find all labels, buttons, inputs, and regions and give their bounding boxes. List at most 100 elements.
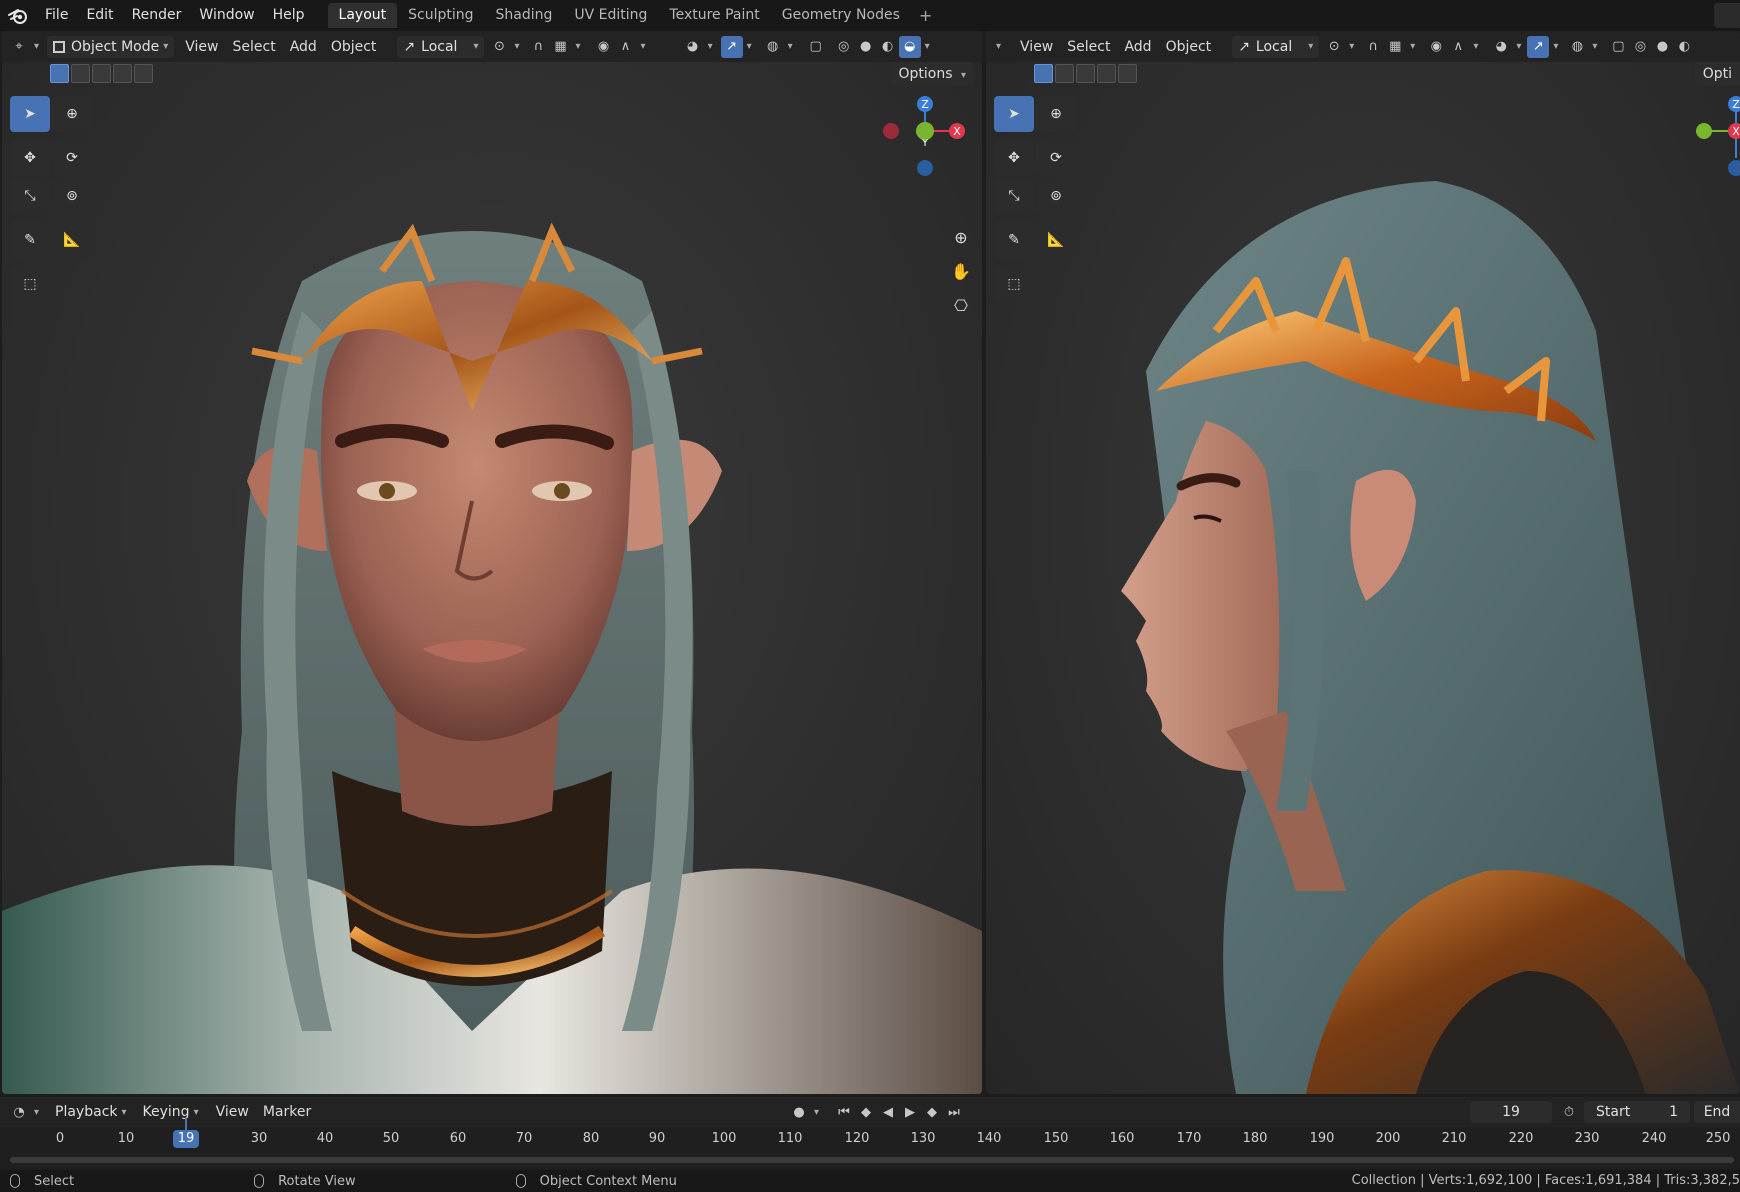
transform-tool-icon[interactable]: ⊚ [52, 178, 92, 214]
menu-render[interactable]: Render [123, 0, 191, 31]
measure-tool-icon[interactable]: 📐 [52, 222, 92, 258]
menu-view[interactable]: View [1013, 36, 1060, 58]
select-subtract-icon[interactable] [92, 64, 111, 83]
menu-help[interactable]: Help [264, 0, 314, 31]
solid-shading-icon[interactable]: ● [1651, 36, 1673, 58]
add-cube-tool-icon[interactable]: ⬚ [10, 266, 50, 302]
menu-add[interactable]: Add [1117, 36, 1158, 58]
scene-selector-icon[interactable] [1714, 3, 1740, 28]
material-shading-icon[interactable]: ◐ [877, 36, 899, 58]
timeline-scrollbar[interactable] [10, 1157, 1734, 1163]
select-new-icon[interactable] [50, 64, 69, 83]
play-icon[interactable]: ▶ [899, 1101, 921, 1123]
editor-type-icon[interactable]: ⌖ [8, 36, 30, 58]
marker-menu[interactable]: Marker [256, 1101, 318, 1123]
visibility-eye-icon[interactable]: ◕ [1490, 36, 1512, 58]
select-new-icon[interactable] [1034, 64, 1053, 83]
proportional-edit-icon[interactable]: ◉ [593, 36, 615, 58]
menu-select[interactable]: Select [226, 36, 283, 58]
tab-uv-editing[interactable]: UV Editing [563, 3, 658, 28]
end-frame-field[interactable]: End [1694, 1101, 1740, 1123]
scale-tool-icon[interactable]: ⤡ [994, 178, 1034, 214]
current-frame-field[interactable]: 19 [1470, 1101, 1552, 1123]
solid-shading-icon[interactable]: ● [855, 36, 877, 58]
pivot-point-icon[interactable]: ⊙ [488, 36, 510, 58]
add-cube-tool-icon[interactable]: ⬚ [994, 266, 1034, 302]
menu-edit[interactable]: Edit [77, 0, 122, 31]
timeline-editor-type-icon[interactable]: ◔ [8, 1101, 30, 1123]
overlays-icon[interactable]: ◍ [1566, 36, 1588, 58]
select-intersect-icon[interactable] [134, 64, 153, 83]
pan-hand-icon[interactable]: ✋ [946, 257, 976, 285]
tab-texture-paint[interactable]: Texture Paint [658, 3, 770, 28]
rendered-shading-icon[interactable]: ◒ [898, 35, 921, 58]
viewport-front[interactable]: ⌖ ▾ Object Mode ▾ View Select Add Object… [2, 31, 982, 1094]
tab-geometry-nodes[interactable]: Geometry Nodes [771, 3, 911, 28]
object-mode-dropdown[interactable]: Object Mode ▾ [47, 35, 175, 58]
select-box-tool-icon[interactable]: ➤ [994, 96, 1034, 132]
tab-layout[interactable]: Layout [327, 3, 398, 28]
viewport-side[interactable]: ▾ View Select Add Object ↗ Local ▾ ⊙ ▾ ∩… [986, 31, 1740, 1094]
camera-view-icon[interactable]: ⎔ [946, 291, 976, 319]
pivot-point-icon[interactable]: ⊙ [1323, 36, 1345, 58]
select-extend-icon[interactable] [1055, 64, 1074, 83]
wireframe-shading-icon[interactable]: ◎ [1629, 36, 1651, 58]
falloff-icon[interactable]: ∧ [1447, 36, 1469, 58]
measure-tool-icon[interactable]: 📐 [1036, 222, 1076, 258]
gizmo-toggle-icon[interactable]: ↗ [720, 35, 743, 58]
select-extend-icon[interactable] [71, 64, 90, 83]
playhead[interactable] [185, 1118, 187, 1146]
annotate-tool-icon[interactable]: ✎ [10, 222, 50, 258]
frame-ruler[interactable]: 0 10 19 30 40 50 60 70 80 90 100 110 120… [0, 1127, 1740, 1149]
rotate-tool-icon[interactable]: ⟳ [1036, 140, 1076, 176]
menu-window[interactable]: Window [190, 0, 263, 31]
wireframe-shading-icon[interactable]: ◎ [833, 36, 855, 58]
keying-menu[interactable]: Keying ▾ [137, 1101, 205, 1123]
select-invert-icon[interactable] [1097, 64, 1116, 83]
move-tool-icon[interactable]: ✥ [10, 140, 50, 176]
annotate-tool-icon[interactable]: ✎ [994, 222, 1034, 258]
transform-tool-icon[interactable]: ⊚ [1036, 178, 1076, 214]
start-frame-field[interactable]: Start 1 [1584, 1101, 1690, 1123]
snap-magnet-icon[interactable]: ∩ [528, 36, 550, 58]
play-reverse-icon[interactable]: ◀ [877, 1101, 899, 1123]
snap-grid-icon[interactable]: ▦ [550, 36, 572, 58]
options-dropdown[interactable]: Opti [1694, 62, 1740, 86]
tab-shading[interactable]: Shading [485, 3, 564, 28]
blender-logo-icon[interactable] [0, 0, 36, 31]
falloff-icon[interactable]: ∧ [615, 36, 637, 58]
xray-icon[interactable]: ▢ [1607, 36, 1629, 58]
proportional-edit-icon[interactable]: ◉ [1425, 36, 1447, 58]
navigation-gizmo[interactable]: Z X Y [872, 96, 972, 196]
next-keyframe-icon[interactable]: ◆ [921, 1101, 943, 1123]
menu-select[interactable]: Select [1060, 36, 1117, 58]
select-invert-icon[interactable] [113, 64, 132, 83]
material-shading-icon[interactable]: ◐ [1673, 36, 1695, 58]
menu-add[interactable]: Add [283, 36, 324, 58]
cursor-tool-icon[interactable]: ⊕ [52, 96, 92, 132]
preview-range-clock-icon[interactable]: ⏱ [1558, 1101, 1580, 1123]
jump-start-icon[interactable]: ⏮ [833, 1101, 855, 1123]
menu-object[interactable]: Object [1159, 36, 1219, 58]
record-keyframe-icon[interactable]: ● [788, 1101, 810, 1123]
character-render-front[interactable] [2, 31, 982, 1094]
menu-object[interactable]: Object [324, 36, 384, 58]
move-tool-icon[interactable]: ✥ [994, 140, 1034, 176]
snap-grid-icon[interactable]: ▦ [1384, 36, 1406, 58]
menu-view[interactable]: View [178, 36, 225, 58]
transform-orientation-dropdown[interactable]: ↗ Local ▾ [397, 35, 485, 58]
select-intersect-icon[interactable] [1118, 64, 1137, 83]
rotate-tool-icon[interactable]: ⟳ [52, 140, 92, 176]
overlays-icon[interactable]: ◍ [762, 36, 784, 58]
xray-icon[interactable]: ▢ [805, 36, 827, 58]
prev-keyframe-icon[interactable]: ◆ [855, 1101, 877, 1123]
cursor-tool-icon[interactable]: ⊕ [1036, 96, 1076, 132]
character-render-side[interactable] [986, 31, 1740, 1094]
transform-orientation-dropdown[interactable]: ↗ Local ▾ [1232, 35, 1320, 58]
playback-menu[interactable]: Playback ▾ [49, 1101, 133, 1123]
zoom-icon[interactable]: ⊕ [946, 223, 976, 251]
visibility-eye-icon[interactable]: ◕ [682, 36, 704, 58]
snap-magnet-icon[interactable]: ∩ [1362, 36, 1384, 58]
add-workspace-button[interactable]: + [911, 6, 940, 25]
tab-sculpting[interactable]: Sculpting [397, 3, 484, 28]
